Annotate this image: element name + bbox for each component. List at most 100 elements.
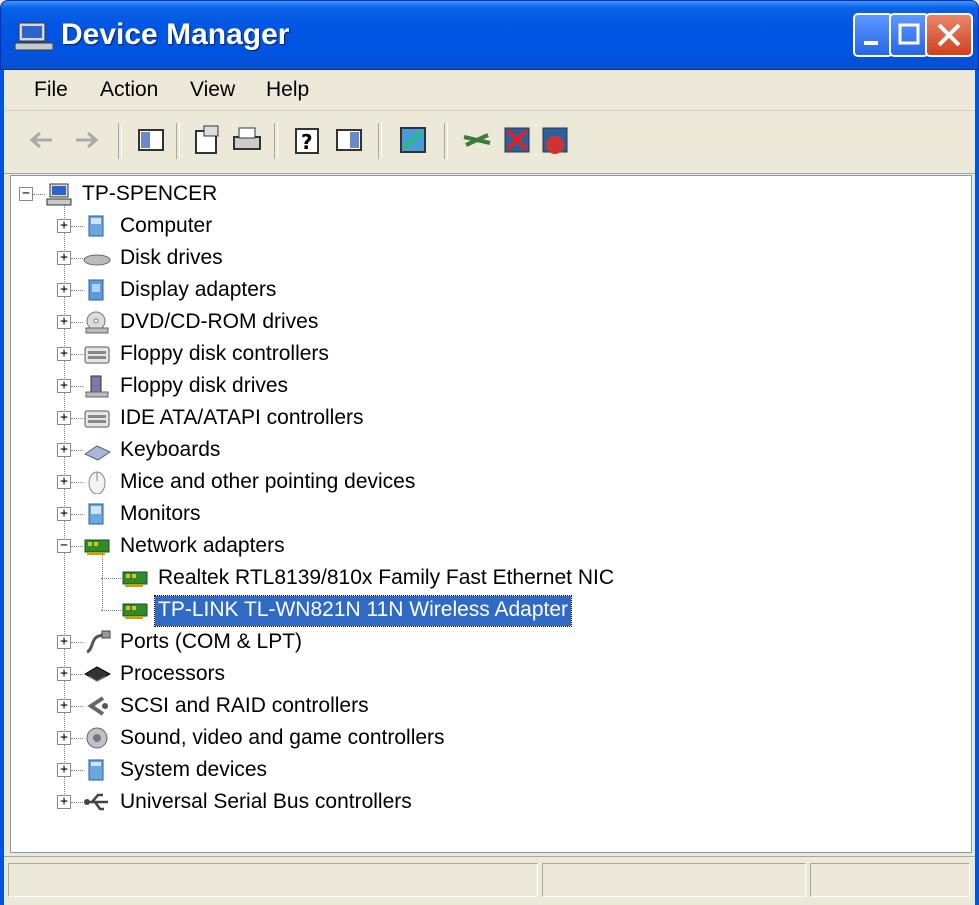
disable-icon[interactable] xyxy=(538,123,572,157)
tree-connector xyxy=(101,610,121,611)
tree-connector xyxy=(71,258,83,259)
tree-connector xyxy=(71,450,83,451)
controller-icon xyxy=(84,410,110,428)
tree-connector xyxy=(71,546,83,547)
close-button[interactable] xyxy=(925,13,973,57)
tree-category[interactable]: Sound, video and game controllers xyxy=(117,724,448,754)
expand-button[interactable]: + xyxy=(57,475,71,489)
keyboard-icon xyxy=(83,445,111,461)
expand-button[interactable]: + xyxy=(57,347,71,361)
tree-connector xyxy=(71,418,83,419)
tree-category[interactable]: Keyboards xyxy=(117,436,223,466)
tree-category[interactable]: Computer xyxy=(117,212,215,242)
tree-root[interactable]: TP-SPENCER xyxy=(79,180,220,210)
tree-category[interactable]: IDE ATA/ATAPI controllers xyxy=(117,404,367,434)
menu-help[interactable]: Help xyxy=(266,78,309,102)
scsi-icon xyxy=(87,696,108,716)
tree-connector xyxy=(71,802,83,803)
maximize-button[interactable] xyxy=(889,13,929,57)
status-pane-2 xyxy=(542,863,806,897)
show-hide-console-tree-icon[interactable] xyxy=(134,123,168,157)
collapse-button[interactable]: − xyxy=(57,539,71,553)
menu-file[interactable]: File xyxy=(34,78,68,102)
maximize-icon xyxy=(898,23,920,45)
expand-button[interactable]: + xyxy=(57,379,71,393)
print-icon[interactable] xyxy=(230,123,264,157)
mouse-icon xyxy=(88,471,106,494)
back-arrow-icon[interactable] xyxy=(24,123,58,157)
disk-drive-icon xyxy=(83,254,111,266)
expand-button[interactable]: + xyxy=(57,763,71,777)
show-hide-action-pane-icon[interactable] xyxy=(332,123,366,157)
expand-button[interactable]: + xyxy=(57,443,71,457)
tree-connector xyxy=(71,514,83,515)
toolbar: ? xyxy=(4,111,975,174)
expand-button[interactable]: + xyxy=(57,667,71,681)
tree-connector xyxy=(71,706,83,707)
window-left-border xyxy=(0,70,4,905)
tree-connector xyxy=(33,194,45,195)
help-icon[interactable]: ? xyxy=(290,123,324,157)
expand-button[interactable]: + xyxy=(57,507,71,521)
tree-category[interactable]: Universal Serial Bus controllers xyxy=(117,788,415,818)
toolbar-separator xyxy=(274,123,278,159)
menu-action[interactable]: Action xyxy=(100,78,158,102)
tree-category[interactable]: System devices xyxy=(117,756,270,786)
tree-category[interactable]: Floppy disk drives xyxy=(117,372,291,402)
window-right-border xyxy=(975,70,979,905)
expand-button[interactable]: + xyxy=(57,731,71,745)
system-device-icon xyxy=(88,759,104,781)
device-tree[interactable]: − TP-SPENCER + Computer + Disk drives + Display… xyxy=(10,175,972,853)
computer-icon xyxy=(88,215,104,237)
processor-icon xyxy=(84,666,111,682)
update-driver-icon[interactable] xyxy=(460,123,494,157)
tree-category[interactable]: Disk drives xyxy=(117,244,226,274)
expand-button[interactable]: + xyxy=(57,795,71,809)
tree-device[interactable]: Realtek RTL8139/810x Family Fast Etherne… xyxy=(155,564,617,594)
dvd-drive-icon xyxy=(85,311,109,334)
minimize-button[interactable] xyxy=(853,13,893,57)
svg-text:?: ? xyxy=(301,130,313,154)
network-card-icon xyxy=(122,603,148,619)
network-card-icon xyxy=(84,539,110,555)
expand-button[interactable]: + xyxy=(57,635,71,649)
expand-button[interactable]: + xyxy=(57,699,71,713)
device-manager-icon xyxy=(15,22,53,51)
scan-hardware-icon[interactable] xyxy=(396,123,430,157)
title-bar[interactable]: Device Manager xyxy=(0,0,979,70)
usb-icon xyxy=(84,793,108,811)
tree-connector xyxy=(102,553,103,610)
forward-arrow-icon[interactable] xyxy=(70,123,104,157)
tree-connector xyxy=(71,482,83,483)
toolbar-separator xyxy=(444,123,448,159)
expand-button[interactable]: + xyxy=(57,251,71,265)
tree-device[interactable]: TP-LINK TL-WN821N 11N Wireless Adapter xyxy=(153,595,573,627)
toolbar-separator xyxy=(176,123,180,159)
tree-category[interactable]: Network adapters xyxy=(117,532,288,562)
status-pane-3 xyxy=(810,863,970,897)
tree-category[interactable]: Display adapters xyxy=(117,276,279,306)
tree-category[interactable]: Ports (COM & LPT) xyxy=(117,628,305,658)
expand-button[interactable]: + xyxy=(57,219,71,233)
expand-button[interactable]: + xyxy=(57,283,71,297)
tree-category[interactable]: Processors xyxy=(117,660,228,690)
tree-category[interactable]: SCSI and RAID controllers xyxy=(117,692,372,722)
collapse-button[interactable]: − xyxy=(19,187,33,201)
tree-connector xyxy=(71,386,83,387)
status-pane-1 xyxy=(8,863,538,897)
toolbar-separator xyxy=(118,123,122,159)
tree-category[interactable]: Monitors xyxy=(117,500,204,530)
tree-category[interactable]: Floppy disk controllers xyxy=(117,340,332,370)
window-title: Device Manager xyxy=(61,18,290,51)
root-computer-icon xyxy=(46,183,72,206)
menu-bar: File Action View Help xyxy=(4,70,975,111)
expand-button[interactable]: + xyxy=(57,411,71,425)
properties-icon[interactable] xyxy=(190,123,224,157)
controller-icon xyxy=(84,346,110,364)
menu-view[interactable]: View xyxy=(190,78,235,102)
expand-button[interactable]: + xyxy=(57,315,71,329)
minimize-icon xyxy=(864,41,878,45)
uninstall-icon[interactable] xyxy=(500,123,534,157)
tree-category[interactable]: DVD/CD-ROM drives xyxy=(117,308,321,338)
tree-category[interactable]: Mice and other pointing devices xyxy=(117,468,418,498)
